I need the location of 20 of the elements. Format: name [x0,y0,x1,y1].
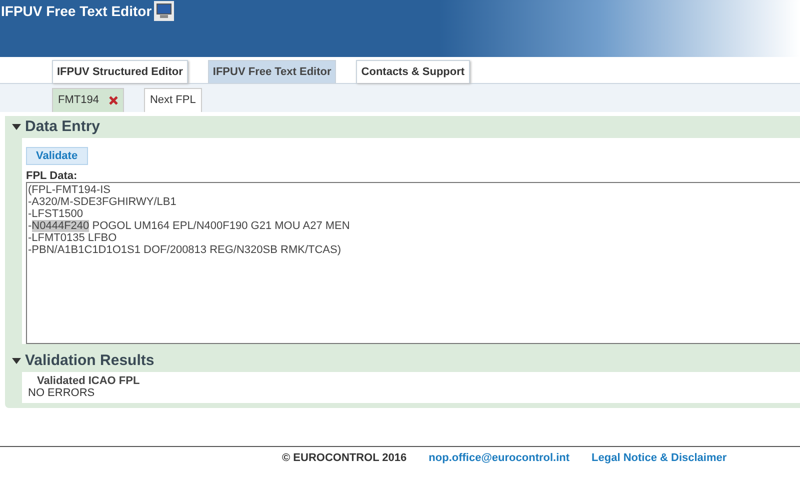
close-icon[interactable] [108,96,118,105]
collapse-caret-icon[interactable] [12,124,21,130]
document-tab[interactable]: FMT194 [52,88,124,112]
validate-button[interactable]: Validate [26,147,88,165]
section-title: Validation Results [25,350,154,371]
result-heading: Validated ICAO FPL [36,375,141,387]
fpl-text-area[interactable]: (FPL-FMT194-IS -A320/M-SDE3FGHIRWY/LB1 -LFST1500 -N0444F240 POGOL UM164 EPL/N400F190 G21 MOU A27 MEN -LFMT0135 LFBO -PBN/A1B1C1D1O1S1 DOF/200813 REG/N320SB RMK/TCAS) [26,182,800,344]
result-text: NO ERRORS [28,387,96,399]
legal-notice-link[interactable]: Legal Notice & Disclaimer [592,450,727,466]
nav-tab[interactable]: IFPUV Free Text Editor [208,60,336,83]
page-title: IFPUV Free Text Editor [1,2,152,21]
collapse-caret-icon[interactable] [12,358,21,364]
document-tab[interactable]: Next FPL [144,88,202,112]
monitor-icon [154,1,174,21]
nav-tab[interactable]: Contacts & Support [356,60,470,83]
email-link[interactable]: nop.office@eurocontrol.int [428,450,570,466]
field-label: FPL Data: [26,170,78,182]
copyright-text: © EUROCONTROL 2016 [282,451,407,466]
section-title: Data Entry [25,116,100,137]
nav-tab[interactable]: IFPUV Structured Editor [52,60,188,83]
